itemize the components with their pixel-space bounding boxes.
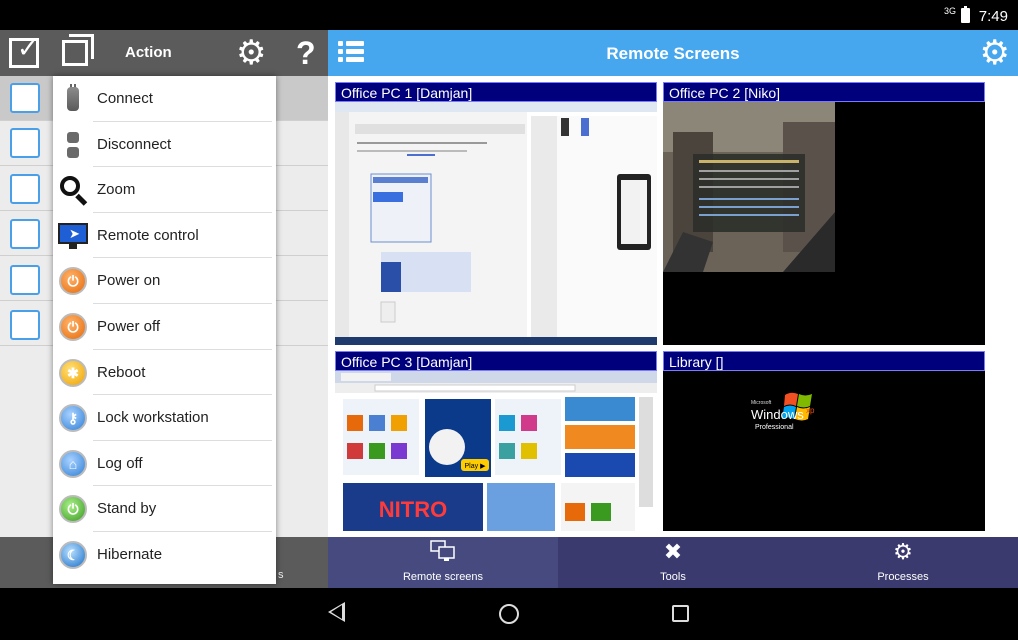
- tools-icon: ✖: [663, 539, 683, 564]
- row-checkbox[interactable]: [10, 219, 40, 249]
- svg-text:Windows: Windows: [751, 407, 804, 422]
- nitro-banner: NITRO: [379, 497, 447, 522]
- menu-item-connect[interactable]: Connect: [53, 76, 276, 122]
- signal-indicator: 3G: [943, 6, 956, 16]
- menu-item-disconnect[interactable]: Disconnect: [53, 122, 276, 168]
- row-checkbox[interactable]: [10, 83, 40, 113]
- remote-screen-tile[interactable]: Library [] Microsoft Windows xp Professi…: [663, 351, 985, 531]
- bottom-navigation: Remote screens ✖ Tools ⚙ Processes: [328, 537, 1018, 588]
- tab-label: Tools: [660, 571, 686, 583]
- screen-title: Office PC 2 [Niko]: [663, 82, 985, 102]
- menu-item-label: Stand by: [97, 500, 157, 518]
- back-icon[interactable]: [328, 602, 345, 622]
- tab-label: Remote screens: [402, 571, 484, 583]
- screen-title: Office PC 1 [Damjan]: [335, 82, 657, 102]
- monitor-icon: ➤: [58, 221, 88, 251]
- home-icon[interactable]: [499, 604, 519, 624]
- menu-item-label: Power on: [97, 272, 161, 290]
- menu-item-stand-by[interactable]: ⏻ Stand by: [53, 486, 276, 532]
- gear-icon[interactable]: ⚙: [236, 34, 266, 72]
- reboot-icon: ✱: [58, 358, 88, 388]
- unplug-icon: [58, 130, 88, 160]
- gear-icon[interactable]: ⚙: [980, 34, 1010, 72]
- system-navigation-bar: [0, 588, 1018, 640]
- menu-item-label: Reboot: [97, 363, 146, 381]
- row-checkbox[interactable]: [10, 128, 40, 158]
- right-panel: Remote Screens ⚙ Office PC 1 [Damjan] Of…: [328, 30, 1018, 588]
- svg-text:Professional: Professional: [755, 424, 794, 431]
- menu-item-label: Lock workstation: [97, 409, 209, 427]
- plug-icon: [58, 84, 88, 114]
- menu-item-label: Power off: [97, 318, 161, 335]
- hibernate-icon: ☾: [58, 540, 88, 570]
- svg-text:xp: xp: [806, 406, 815, 415]
- screen-title: Office PC 3 [Damjan]: [335, 351, 657, 371]
- menu-item-label: Log off: [97, 454, 143, 472]
- remote-screen-tile[interactable]: Office PC 3 [Damjan] Play ▶ NITRO: [335, 351, 657, 531]
- page-title: Remote Screens: [606, 44, 740, 63]
- select-all-icon[interactable]: [9, 33, 39, 68]
- menu-item-log-off[interactable]: ⌂ Log off: [53, 441, 276, 487]
- screen: 3G 7:49 Action ⚙ ? s Connect: [0, 0, 1018, 640]
- row-checkbox[interactable]: [10, 265, 40, 295]
- help-icon[interactable]: ?: [296, 34, 316, 72]
- recent-apps-icon[interactable]: [672, 605, 689, 622]
- remote-screen-tile[interactable]: Office PC 1 [Damjan]: [335, 82, 657, 345]
- menu-item-label: Hibernate: [97, 546, 163, 563]
- tab-remote-screens[interactable]: Remote screens: [328, 537, 558, 588]
- action-menu: Connect Disconnect Zoom ➤ Remote control…: [53, 76, 276, 584]
- menu-item-zoom[interactable]: Zoom: [53, 167, 276, 213]
- battery-icon: [961, 6, 970, 23]
- menu-item-label: Remote control: [97, 226, 199, 244]
- windows-xp-logo: Microsoft Windows xp Professional: [663, 371, 985, 531]
- log-off-icon: ⌂: [58, 449, 88, 479]
- power-off-icon: ⏻: [58, 312, 88, 342]
- tab-label: Processes: [877, 571, 929, 583]
- tab-tools[interactable]: ✖ Tools: [558, 537, 788, 588]
- play-badge: Play ▶: [465, 463, 487, 470]
- lock-icon: ⚷: [58, 403, 88, 433]
- screen-thumbnail: Play ▶ NITRO: [335, 371, 657, 531]
- remote-screens-icon: [328, 540, 558, 569]
- stand-by-icon: ⏻: [58, 494, 88, 524]
- menu-item-reboot[interactable]: ✱ Reboot: [53, 350, 276, 396]
- row-checkbox[interactable]: [10, 174, 40, 204]
- menu-item-label: Connect: [97, 90, 153, 107]
- screen-title: Library []: [663, 351, 985, 371]
- right-toolbar: Remote Screens ⚙: [328, 30, 1018, 76]
- status-bar: 3G 7:49: [0, 0, 1018, 30]
- menu-item-lock-workstation[interactable]: ⚷ Lock workstation: [53, 395, 276, 441]
- processes-icon: ⚙: [893, 539, 913, 564]
- menu-item-power-on[interactable]: ⏻ Power on: [53, 258, 276, 304]
- tab-processes[interactable]: ⚙ Processes: [788, 537, 1018, 588]
- menu-item-hibernate[interactable]: ☾ Hibernate: [53, 532, 276, 578]
- remote-screen-tile[interactable]: Office PC 2 [Niko]: [663, 82, 985, 345]
- copy-icon[interactable]: [62, 34, 94, 66]
- row-checkbox[interactable]: [10, 310, 40, 340]
- menu-item-label: Disconnect: [97, 135, 172, 153]
- menu-item-remote-control[interactable]: ➤ Remote control: [53, 213, 276, 259]
- clock: 7:49: [978, 8, 1008, 25]
- screen-thumbnail: Microsoft Windows xp Professional: [663, 371, 985, 531]
- left-toolbar: Action ⚙ ?: [0, 30, 328, 76]
- magnifier-icon: [58, 175, 88, 206]
- svg-text:Microsoft: Microsoft: [751, 400, 772, 406]
- power-on-icon: ⏻: [58, 266, 88, 296]
- partial-tab-label: s: [278, 569, 284, 581]
- screen-thumbnail: [335, 102, 657, 345]
- screen-thumbnail: [663, 102, 985, 345]
- menu-item-label: Zoom: [97, 181, 136, 199]
- action-menu-title[interactable]: Action: [125, 44, 172, 61]
- menu-item-power-off[interactable]: ⏻ Power off: [53, 304, 276, 350]
